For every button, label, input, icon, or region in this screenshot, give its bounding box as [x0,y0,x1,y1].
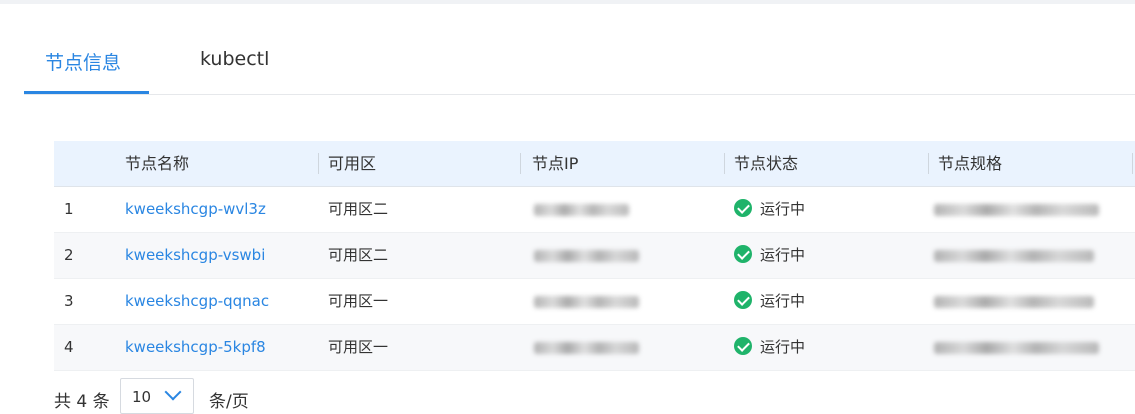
tab-node-info[interactable]: 节点信息 [45,48,121,75]
status-text: 运行中 [760,246,806,264]
check-circle-icon [734,290,752,309]
status-text: 运行中 [760,292,806,310]
zone-cell: 可用区二 [328,246,389,264]
check-circle-icon [734,198,752,217]
status-cell: 运行中 [734,325,805,370]
table-header: 节点名称 可用区 节点IP 节点状态 节点规格 [54,141,1135,187]
column-separator [1132,153,1133,174]
column-header-spec: 节点规格 [938,154,1003,173]
node-name-link[interactable]: kweekshcgp-5kpf8 [125,325,266,370]
zone-cell: 可用区二 [328,200,389,218]
status-cell: 运行中 [734,187,805,232]
zone-cell: 可用区一 [328,292,389,310]
active-tab-indicator [24,91,149,94]
column-separator [724,153,725,174]
tab-bar: 节点信息 kubectl [24,44,1135,95]
check-circle-icon [734,244,752,263]
ip-cell-redacted [534,325,639,370]
top-divider [0,0,1135,4]
table-row: 3 kweekshcgp-qqnac 可用区一 运行中 [54,279,1135,325]
ip-cell-redacted [534,279,639,324]
tab-kubectl[interactable]: kubectl [200,48,269,70]
row-index: 4 [64,338,74,356]
column-separator [318,153,319,174]
page-size-value: 10 [132,388,152,406]
ip-cell-redacted [534,187,629,232]
zone-cell: 可用区一 [328,338,389,356]
node-name-link[interactable]: kweekshcgp-vswbi [125,233,265,278]
column-separator [928,153,929,174]
spec-cell-redacted [934,325,1099,370]
status-cell: 运行中 [734,279,805,324]
chevron-down-icon [164,383,182,401]
ip-cell-redacted [534,233,639,278]
spec-cell-redacted [934,233,1094,278]
row-index: 2 [64,246,74,264]
status-text: 运行中 [760,338,806,356]
node-name-link[interactable]: kweekshcgp-wvl3z [125,187,266,232]
check-circle-icon [734,336,752,355]
total-count: 共 4 条 [54,392,110,412]
status-cell: 运行中 [734,233,805,278]
table-row: 4 kweekshcgp-5kpf8 可用区一 运行中 [54,325,1135,371]
spec-cell-redacted [934,187,1099,232]
column-separator [520,153,521,174]
table-row: 1 kweekshcgp-wvl3z 可用区二 运行中 [54,187,1135,233]
node-table: 节点名称 可用区 节点IP 节点状态 节点规格 1 kweekshcgp-wvl… [54,141,1135,371]
table-row: 2 kweekshcgp-vswbi 可用区二 运行中 [54,233,1135,279]
page-size-select[interactable]: 10 [120,378,194,414]
per-page-label: 条/页 [209,392,249,412]
column-header-status: 节点状态 [734,154,799,173]
row-index: 1 [64,200,74,218]
row-index: 3 [64,292,74,310]
column-header-name: 节点名称 [125,154,190,173]
spec-cell-redacted [934,279,1094,324]
column-header-zone: 可用区 [328,154,377,173]
column-header-ip: 节点IP [532,154,579,173]
node-name-link[interactable]: kweekshcgp-qqnac [125,279,269,324]
status-text: 运行中 [760,200,806,218]
